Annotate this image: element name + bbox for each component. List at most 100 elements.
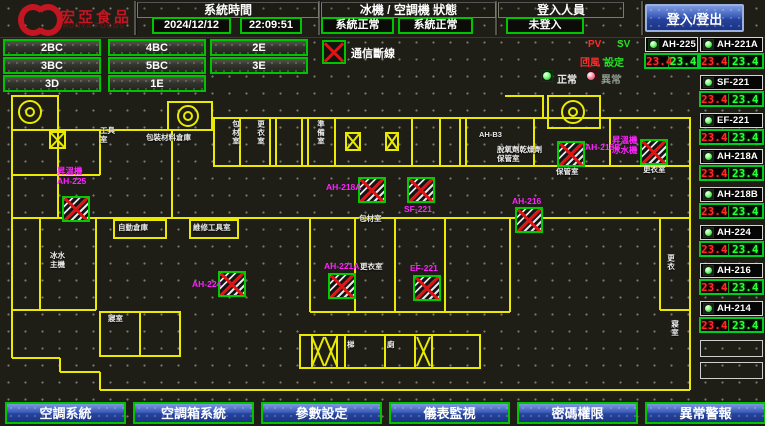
bottom-nav-1[interactable]: 空調系統 [5,402,126,424]
ahu-comm-fail-marker[interactable] [515,207,543,233]
room-label: 脫氧劑乾燥劑 保管室 [497,146,557,163]
unit-name-label: AH-218B [717,189,758,200]
ac-status-value: 系統正常 [398,17,473,34]
ahu-marker-label: AH-216 [512,197,541,207]
unit-pv-value: 23.4 [701,320,729,331]
bottom-nav-3[interactable]: 參數設定 [261,402,382,424]
unit-status-led [703,189,714,200]
room-label: 更衣室 [256,120,265,146]
ahu-comm-fail-marker[interactable] [358,177,386,203]
unit-ah-224[interactable]: AH-224 [700,225,763,240]
room-label: 更衣 [666,254,675,271]
floor-button-5bc[interactable]: 5BC [108,57,206,74]
room-label: 包材室 [231,120,240,146]
unit-ef-221[interactable]: EF-221 [700,113,763,128]
login-logout-button[interactable]: 登入/登出 [645,4,744,32]
comm-fail-label: 通信斷線 [351,45,395,61]
unit-ah-225[interactable]: AH-225 [645,37,698,52]
unit-pv-value: 23.4 [701,94,729,105]
unit-name-label: AH-225 [662,39,696,50]
unit-ah-214-values: 23.423.4 [699,317,764,333]
pv-desc-label: 回風 [580,54,600,69]
bottom-nav-5[interactable]: 密碼權限 [517,402,638,424]
room-label: 準備室 [316,120,325,146]
machine-status-label: 冰機 / 空調機 狀態 [321,2,496,18]
ahu-comm-fail-marker[interactable] [328,273,356,299]
unit-name-label: AH-214 [717,303,751,314]
system-time-label: 系統時間 [137,2,319,18]
bottom-nav-6[interactable]: 異常警報 [645,402,765,424]
bottom-nav-4[interactable]: 儀表監視 [389,402,510,424]
login-user-label: 登入人員 [498,2,624,18]
unit-status-led [648,39,659,50]
unit-pv-value: 23.4 [701,282,729,293]
unit-ah-218a[interactable]: AH-218A [700,149,763,164]
unit-ah-224-values: 23.423.4 [699,241,764,257]
abnormal-status-label: 異常 [601,71,621,86]
floor-button-3bc[interactable]: 3BC [3,57,101,74]
unit-name-label: AH-224 [717,227,751,238]
abnormal-status-led [585,70,597,82]
room-label: 冰水 主機 [50,252,70,269]
floor-button-2e[interactable]: 2E [210,39,308,56]
unit-ef-221-values: 23.423.4 [699,129,764,145]
unit-status-led [703,227,714,238]
comm-fail-icon [322,40,346,64]
unit-sf-221[interactable]: SF-221 [700,75,763,90]
unit-sv-value: 23.4 [729,282,763,293]
normal-status-label: 正常 [557,71,577,86]
unit-pv-value: 23.4 [701,168,729,179]
header-bar: 宏亞食品 HUNYA FOODS 系統時間 2024/12/12 22:09:5… [0,0,765,38]
unit-status-led [703,39,714,50]
ahu-comm-fail-marker[interactable] [640,139,668,165]
system-clock-value: 22:09:51 [240,17,302,34]
unit-name-label: AH-221A [717,39,758,50]
unit-name-label: SF-221 [717,77,749,88]
unit-pv-value: 23.4 [701,56,729,67]
brand-subname: HUNYA FOODS [63,23,125,30]
unit-ah-218b-values: 23.423.4 [699,203,764,219]
floor-button-3e[interactable]: 3E [210,57,308,74]
empty-unit-slot [700,340,763,357]
unit-status-led [703,115,714,126]
unit-pv-value: 23.4 [646,56,669,67]
pv-label: PV [588,39,601,50]
unit-status-led [703,77,714,88]
ahu-marker-label: AH-224 [192,280,221,290]
bottom-nav-2[interactable]: 空調箱系統 [133,402,254,424]
room-label: 寢室 [670,320,679,337]
floor-button-3d[interactable]: 3D [3,75,101,92]
room-label: 寢室 [108,315,128,324]
ahu-comm-fail-marker[interactable] [557,141,585,167]
ahu-comm-fail-marker[interactable] [413,275,441,301]
floor-button-1e[interactable]: 1E [108,75,206,92]
hmi-screen: 宏亞食品 HUNYA FOODS 系統時間 2024/12/12 22:09:5… [0,0,765,426]
ahu-marker-label: EF-221 [410,264,438,274]
unit-ah-218a-values: 23.423.4 [699,165,764,181]
unit-sv-value: 23.4 [669,56,697,67]
ahu-comm-fail-marker[interactable] [62,196,90,222]
ahu-comm-fail-marker[interactable] [218,271,246,297]
unit-pv-value: 23.4 [701,244,729,255]
unit-ah-214[interactable]: AH-214 [700,301,763,316]
unit-ah-216[interactable]: AH-216 [700,263,763,278]
sv-label: SV [617,39,630,50]
floor-button-2bc[interactable]: 2BC [3,39,101,56]
ahu-comm-fail-marker[interactable] [407,177,435,203]
room-label: 更衣室 [643,166,671,175]
ahu-marker-label: 昇溫機 AH-225 [57,167,86,186]
unit-sv-value: 23.4 [729,206,763,217]
room-label: 工具室 [100,127,118,144]
unit-ah-218b[interactable]: AH-218B [700,187,763,202]
floor-button-4bc[interactable]: 4BC [108,39,206,56]
empty-unit-slot [700,362,763,379]
room-label: 更衣室 [360,263,388,272]
unit-ah-216-values: 23.423.4 [699,279,764,295]
unit-ah-221a[interactable]: AH-221A [700,37,763,52]
room-label: AH-B3 [479,131,509,140]
unit-sv-value: 23.4 [729,56,763,67]
unit-status-led [703,265,714,276]
room-label: 保管室 [556,168,586,177]
room-label: 維修工具室 [193,224,239,233]
ahu-marker-label: SF-221 [404,205,432,215]
